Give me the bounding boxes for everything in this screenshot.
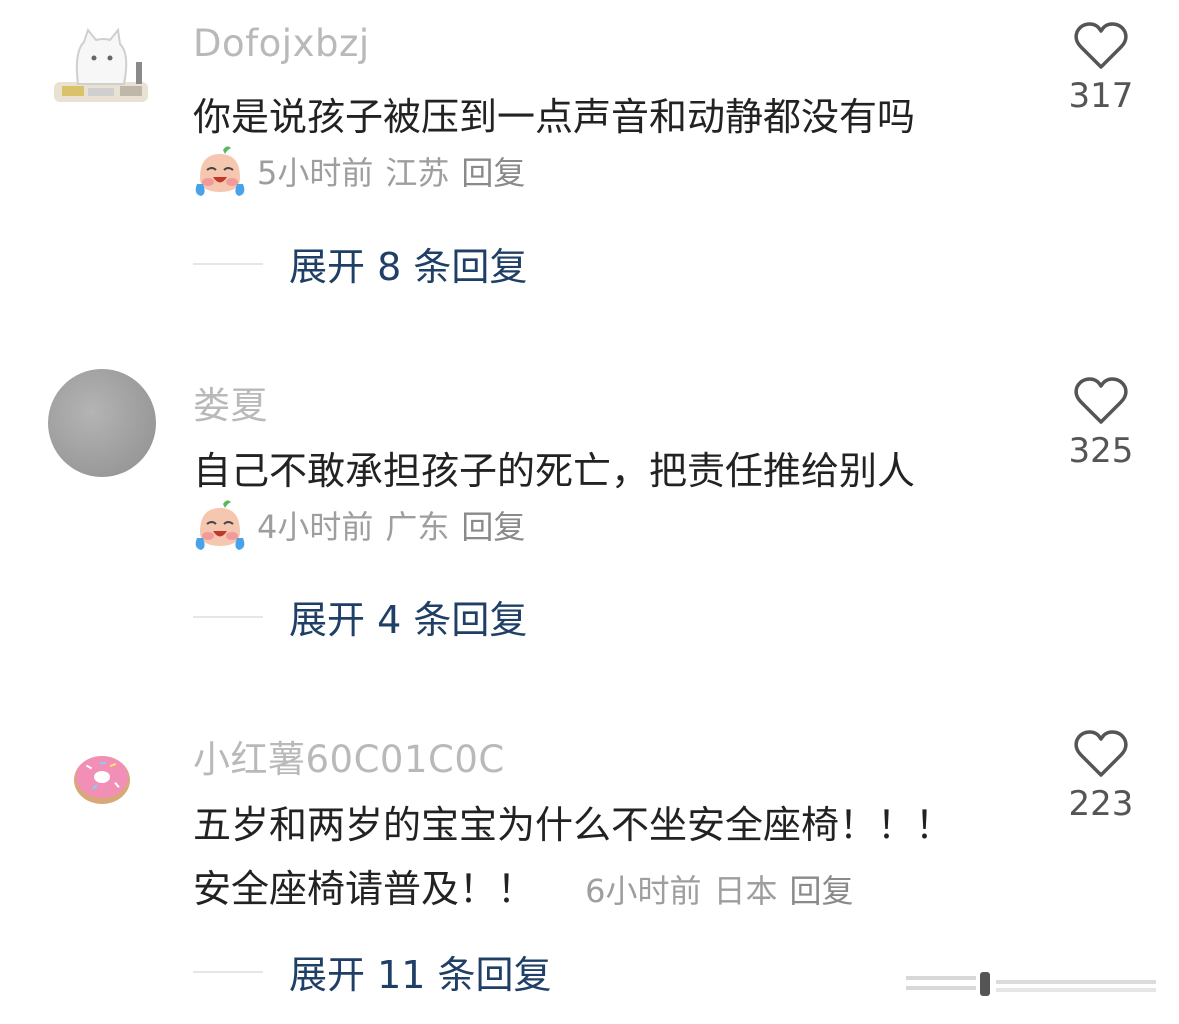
avatar[interactable]: [48, 22, 156, 130]
username[interactable]: 小红薯60C01C0C: [193, 729, 505, 783]
expand-replies-label: 展开 11 条回复: [289, 953, 552, 997]
comment-text: 自己不敢承担孩子的死亡，把责任推给别人: [193, 449, 916, 493]
comment-time: 4小时前: [257, 508, 374, 546]
avatar[interactable]: [48, 369, 156, 477]
comment-text-line-2: 安全座椅请普及！！ 6小时前 日本 回复: [193, 858, 866, 913]
comment-location: 日本: [713, 872, 778, 910]
cat-avatar-icon: [54, 27, 148, 102]
donut-avatar-icon: [74, 756, 130, 804]
expand-replies-button[interactable]: 展开 8 条回复: [193, 236, 527, 291]
avatar[interactable]: [48, 722, 156, 830]
expand-replies-button[interactable]: 展开 11 条回复: [193, 944, 552, 999]
like-count: 223: [1068, 784, 1134, 824]
reply-button[interactable]: 回复: [790, 872, 854, 910]
comment-text: 你是说孩子被压到一点声音和动静都没有吗: [193, 95, 916, 139]
like-count: 325: [1068, 431, 1134, 471]
divider: [193, 615, 263, 618]
heart-icon: [1074, 22, 1128, 69]
reply-button[interactable]: 回复: [461, 154, 525, 192]
expand-replies-label: 展开 4 条回复: [289, 598, 528, 642]
comment-meta: 5小时前 江苏 回复: [193, 144, 537, 198]
like-button[interactable]: 223: [1060, 730, 1142, 824]
comment-text: 安全座椅请普及！！: [193, 867, 536, 911]
comment-location: 江苏: [385, 154, 450, 192]
comment-time: 6小时前: [585, 872, 702, 910]
divider: [193, 970, 263, 973]
divider: [193, 262, 263, 265]
heart-icon: [1074, 730, 1128, 777]
reply-button[interactable]: 回复: [461, 508, 525, 546]
expand-replies-label: 展开 8 条回复: [289, 245, 528, 289]
crying-face-icon: [195, 146, 245, 196]
expand-replies-button[interactable]: 展开 4 条回复: [193, 589, 527, 644]
comment-location: 广东: [385, 508, 450, 546]
like-button[interactable]: 317: [1060, 22, 1142, 116]
like-button[interactable]: 325: [1060, 377, 1142, 471]
comment-text: 五岁和两岁的宝宝为什么不坐安全座椅！！！: [193, 803, 954, 847]
watermark-logo-icon: [906, 972, 1156, 996]
comment-time: 5小时前: [257, 154, 374, 192]
heart-icon: [1074, 377, 1128, 424]
username[interactable]: 娄夏: [193, 375, 268, 429]
comment-meta: 4小时前 广东 回复: [193, 498, 537, 552]
like-count: 317: [1068, 76, 1134, 116]
crying-face-icon: [195, 500, 245, 550]
username[interactable]: Dofojxbzj: [193, 22, 370, 65]
